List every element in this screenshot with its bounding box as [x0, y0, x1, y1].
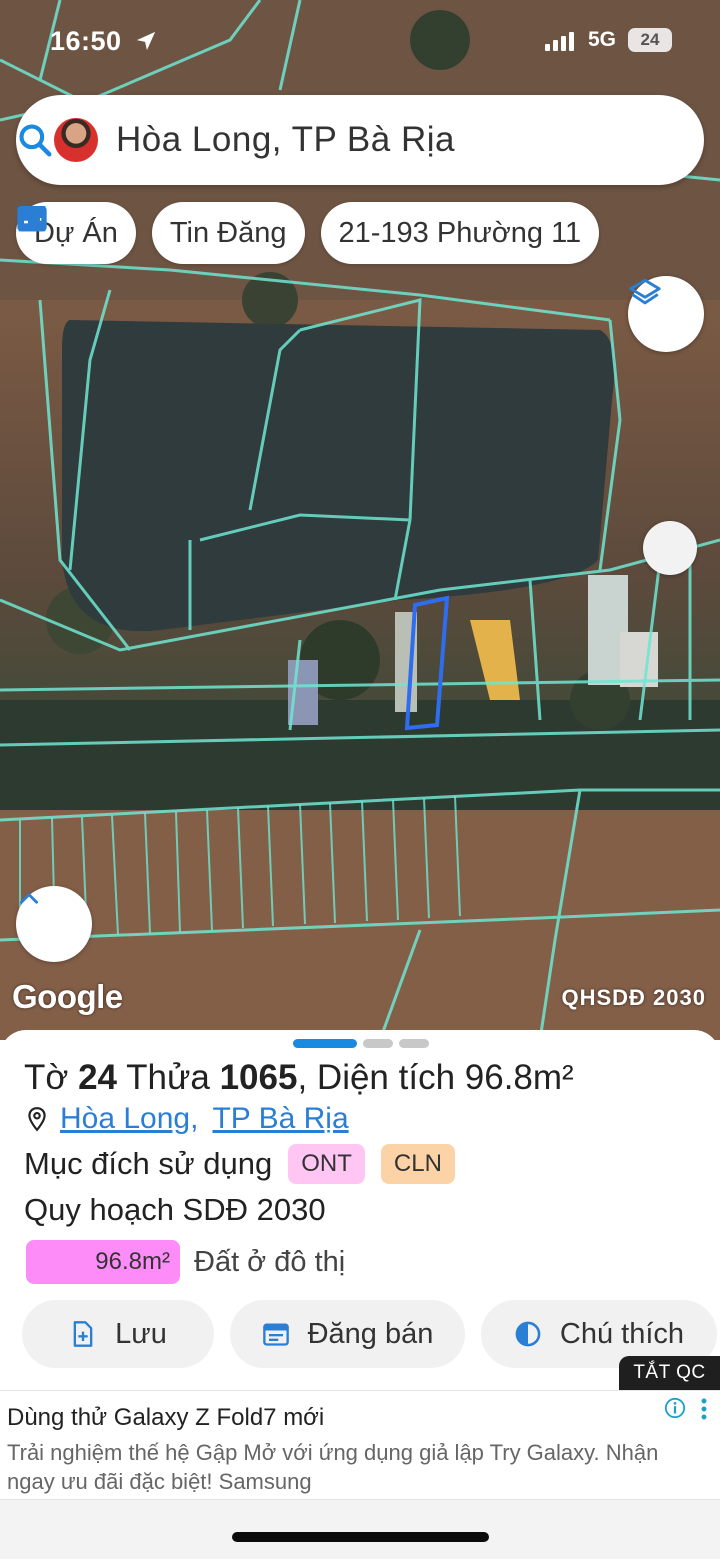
google-attribution: Google — [12, 978, 123, 1015]
search-location-title[interactable]: Hòa Long, TP Bà Rịa — [116, 120, 455, 160]
parcel-location: Hòa Long, TP Bà Rịa — [24, 1102, 349, 1136]
action-buttons: Lưu Đăng bán Chú thích — [22, 1300, 717, 1368]
tag-ont[interactable]: ONT — [288, 1144, 365, 1184]
map-pin-icon — [28, 1107, 46, 1132]
land-use-purpose: Mục đích sử dụng ONT CLN — [24, 1144, 455, 1184]
more-options-icon[interactable] — [700, 1397, 708, 1421]
calendar-icon — [17, 206, 47, 232]
close-ad-button[interactable]: TẮT QC — [619, 1356, 720, 1390]
to-number: 24 — [78, 1058, 118, 1097]
chevron-up-icon — [20, 893, 38, 904]
chip-label: 21-193 Phường 11 — [338, 216, 582, 249]
map-layer-label: QHSDĐ 2030 — [561, 985, 706, 1010]
thua-number: 1065 — [219, 1058, 298, 1097]
save-button[interactable]: Lưu — [22, 1300, 214, 1368]
plan-row: 96.8m² Đất ở đô thị — [26, 1240, 345, 1284]
map-handle-button[interactable] — [643, 521, 697, 575]
search-bar[interactable]: Hòa Long, TP Bà Rịa — [16, 95, 704, 185]
location-separator: , — [190, 1102, 199, 1135]
chip-label: Tin Đăng — [169, 216, 287, 249]
status-time: 16:50 — [50, 26, 122, 56]
home-indicator[interactable] — [232, 1532, 489, 1542]
parcel-info-sheet: Tờ 24 Thửa 1065, Diện tích 96.8m² Hòa Lo… — [0, 1030, 720, 1559]
filter-chips: Dự Án Tin Đăng 21-193 Phường 11 — [16, 202, 600, 264]
chip-parcel-code[interactable]: 21-193 Phường 11 — [320, 202, 600, 264]
post-sale-button[interactable]: Đăng bán — [230, 1300, 465, 1368]
post-sale-label: Đăng bán — [307, 1317, 434, 1350]
page-indicator — [293, 1039, 429, 1048]
layers-icon — [629, 278, 661, 305]
network-type: 5G — [588, 28, 617, 51]
ad-title[interactable]: Dùng thử Galaxy Z Fold7 mới — [7, 1404, 324, 1432]
location-link-ward[interactable]: Hòa Long — [60, 1102, 190, 1136]
purpose-label: Mục đích sử dụng — [24, 1146, 273, 1181]
ad-body[interactable]: Trải nghiệm thế hệ Gập Mở với ứng dụng g… — [7, 1438, 707, 1496]
status-bar: 16:50 5G 24 — [0, 22, 720, 62]
legend-icon — [515, 1321, 541, 1347]
plan-area-bar: 96.8m² — [26, 1240, 180, 1284]
bottom-area — [0, 1500, 720, 1559]
location-arrow-icon — [136, 31, 156, 51]
area-label: , Diện tích — [297, 1058, 456, 1097]
save-icon — [73, 1321, 93, 1347]
legend-label: Chú thích — [559, 1317, 685, 1350]
tag-cln[interactable]: CLN — [380, 1144, 455, 1184]
info-icon[interactable] — [664, 1397, 686, 1419]
location-link-city[interactable]: TP Bà Rịa — [212, 1102, 348, 1136]
expand-up-button[interactable] — [16, 886, 92, 962]
parcel-headline: Tờ 24 Thửa 1065, Diện tích 96.8m² — [24, 1058, 574, 1098]
avatar[interactable] — [54, 118, 98, 162]
ad-banner[interactable]: Dùng thử Galaxy Z Fold7 mới Trải nghiệm … — [0, 1390, 720, 1500]
search-icon[interactable] — [16, 121, 54, 159]
thua-label: Thửa — [126, 1058, 210, 1097]
to-label: Tờ — [24, 1058, 69, 1097]
cellular-signal-icon — [545, 32, 574, 51]
area-value: 96.8m² — [464, 1058, 574, 1097]
save-label: Lưu — [115, 1317, 167, 1350]
map-view[interactable]: 16:50 5G 24 Hòa Long, TP Bà Rịa Dự Án Ti… — [0, 0, 720, 1040]
layers-button[interactable] — [628, 276, 704, 352]
chip-tin-dang[interactable]: Tin Đăng — [17, 202, 305, 264]
battery-icon: 24 — [628, 28, 672, 52]
plan-type-label: Đất ở đô thị — [194, 1245, 346, 1278]
calendar-icon — [262, 1323, 289, 1346]
plan-label: Quy hoạch SDĐ 2030 — [24, 1192, 326, 1227]
